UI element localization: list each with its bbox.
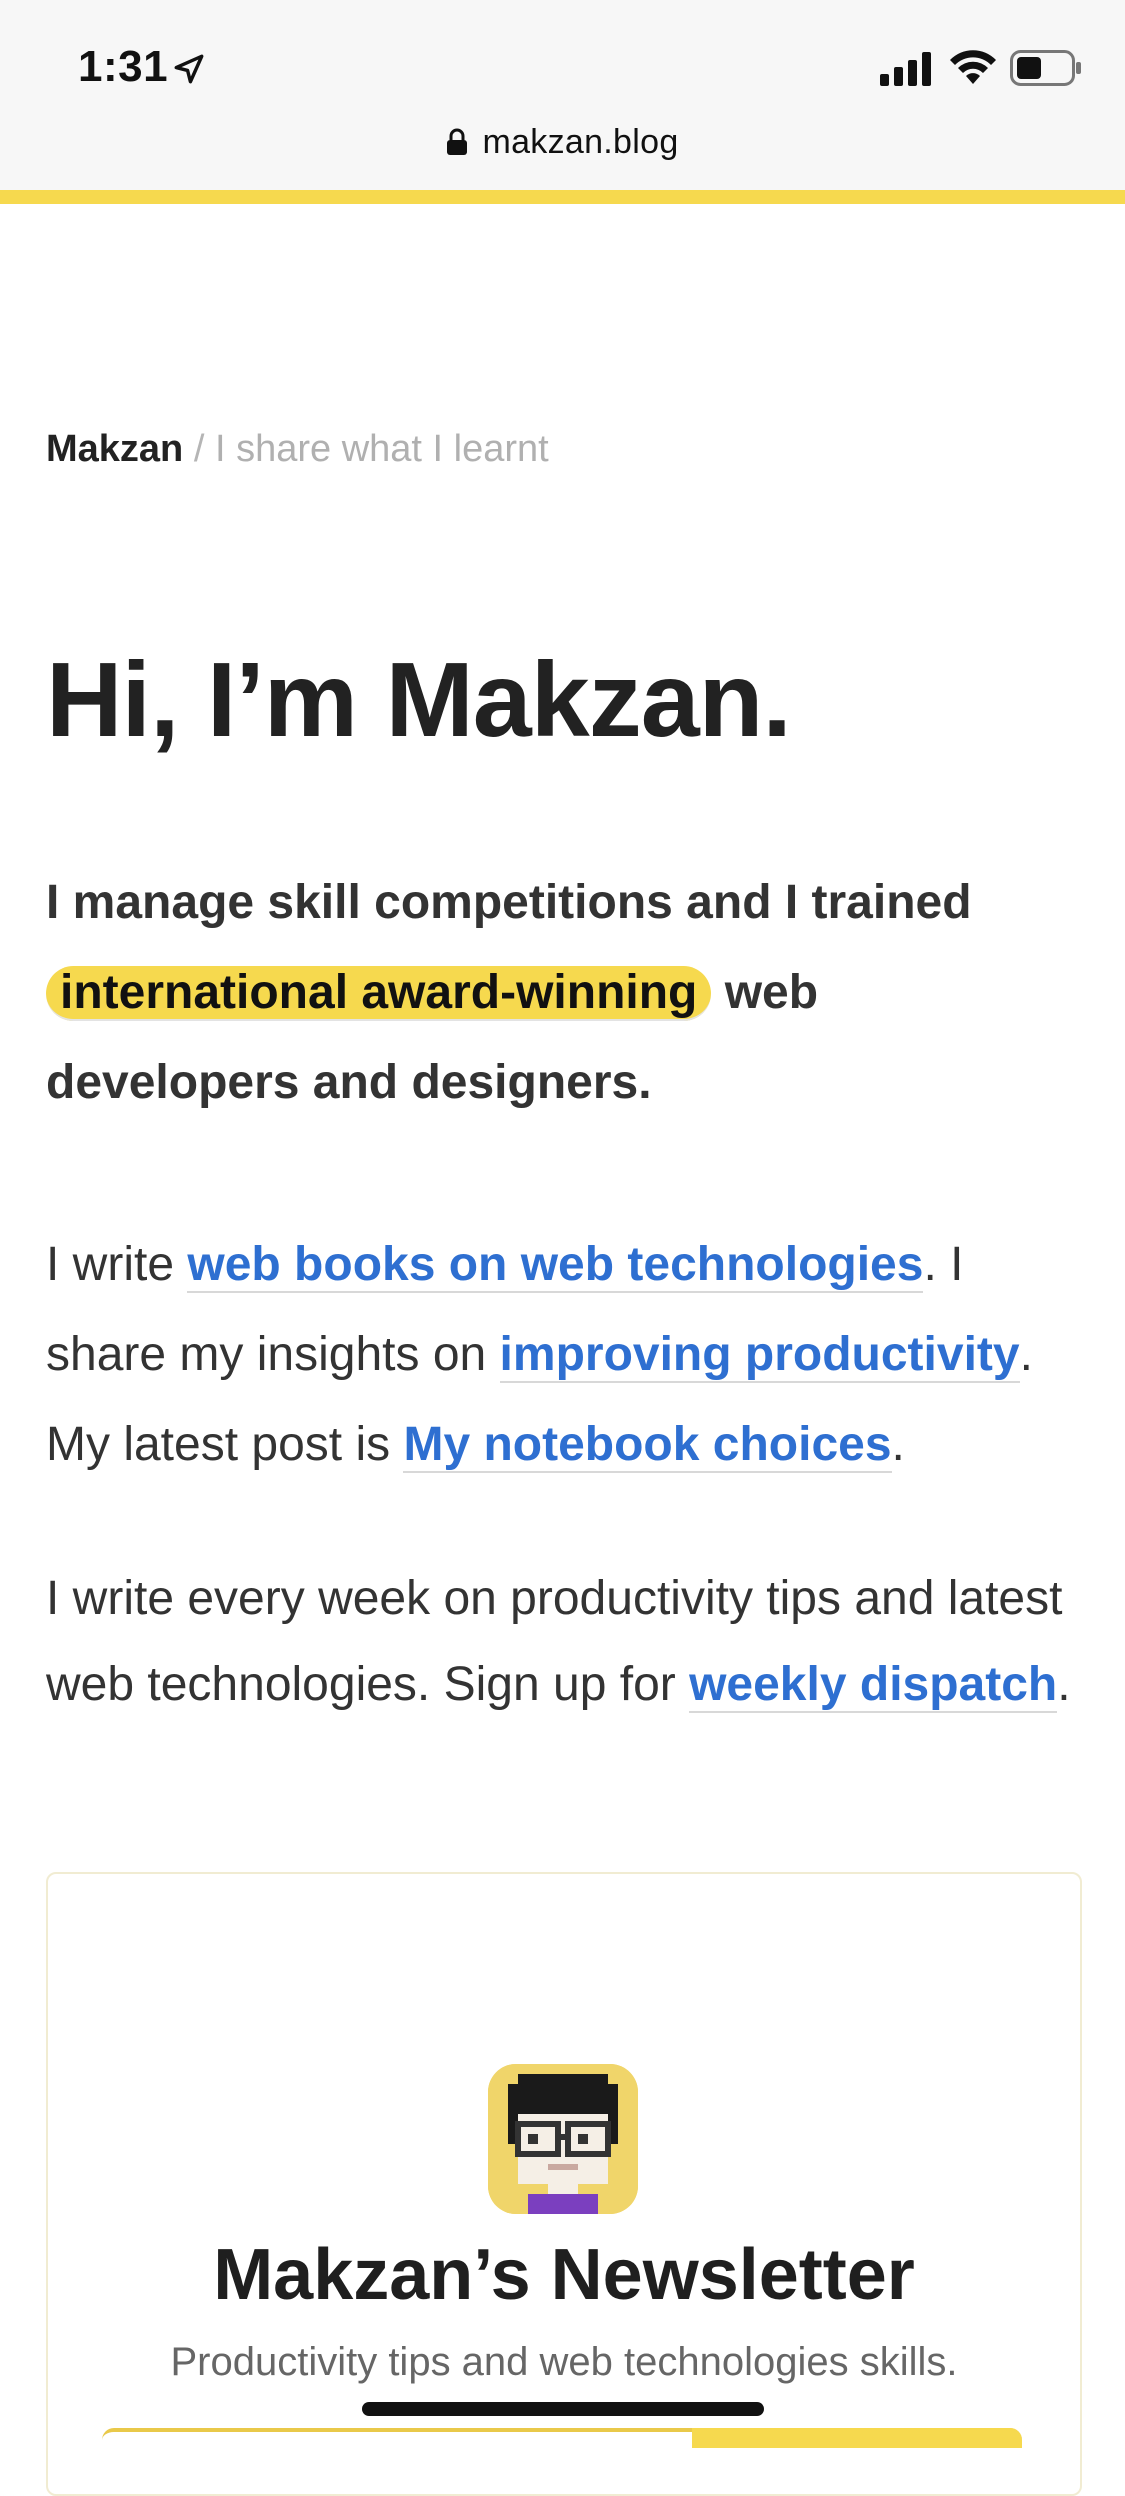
location-arrow-icon <box>174 54 204 84</box>
writing-text-4: . <box>891 1418 905 1471</box>
page-title: Hi, I’m Makzan. <box>46 641 792 759</box>
weekly-paragraph: I write every week on productivity tips … <box>46 1556 1076 1728</box>
address-bar[interactable]: makzan.blog <box>0 112 1125 172</box>
writing-paragraph: I write web books on web technologies. I… <box>46 1220 1076 1490</box>
wifi-icon <box>950 50 996 84</box>
writing-text-1: I write <box>46 1238 188 1291</box>
battery-icon <box>1010 50 1081 86</box>
breadcrumb: Makzan / I share what I learnt <box>46 428 549 471</box>
home-indicator[interactable] <box>362 2402 764 2416</box>
browser-chrome: 1:31 makzan.blog <box>0 0 1125 190</box>
subscribe-button[interactable] <box>692 2428 1022 2448</box>
newsletter-subtitle: Productivity tips and web technologies s… <box>170 2340 958 2384</box>
web-books-link[interactable]: web books on web technologies <box>187 1238 924 1293</box>
site-tagline: I share what I learnt <box>214 428 549 470</box>
productivity-link[interactable]: improving productivity <box>499 1328 1020 1383</box>
brand-link[interactable]: Makzan <box>46 428 183 470</box>
status-time: 1:31 <box>78 42 169 91</box>
newsletter-title: Makzan’s Newsletter <box>213 2235 915 2315</box>
lock-icon <box>447 128 468 155</box>
weekly-dispatch-link[interactable]: weekly dispatch <box>689 1658 1058 1713</box>
subscribe-form[interactable] <box>102 2428 1022 2452</box>
intro-paragraph: I manage skill competitions and I traine… <box>46 858 1076 1128</box>
url-text: makzan.blog <box>482 122 679 161</box>
cellular-signal-icon <box>880 52 931 86</box>
latest-post-link[interactable]: My notebook choices <box>403 1418 892 1473</box>
weekly-text-2: . <box>1057 1658 1071 1711</box>
breadcrumb-separator: / <box>193 428 205 470</box>
intro-text-before: I manage skill competitions and I traine… <box>46 876 972 929</box>
accent-rule <box>0 190 1125 204</box>
highlight-text: international award-winning <box>46 966 712 1021</box>
pixel-avatar-icon <box>488 2064 638 2214</box>
